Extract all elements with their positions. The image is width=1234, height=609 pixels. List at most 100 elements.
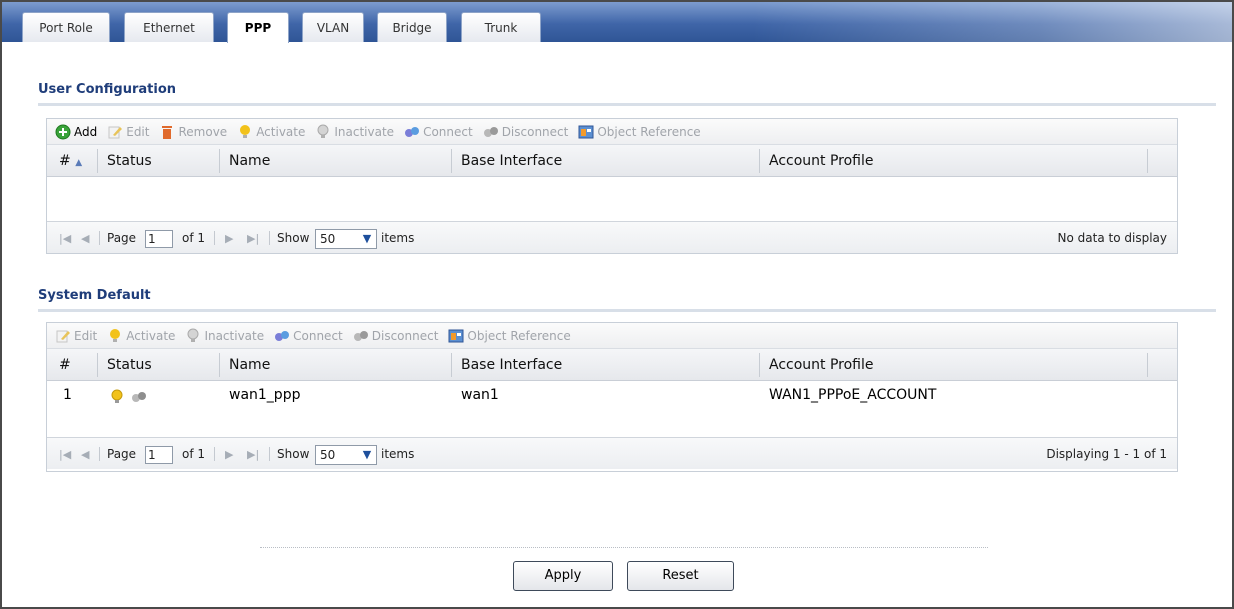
system-default-table-header: # Status Name Base Interface Account Pro… [47, 349, 1177, 381]
edit-button[interactable]: Edit [55, 328, 97, 344]
system-default-panel: Edit Activate Inactivate Connect Disconn… [46, 322, 1178, 472]
col-num-label: # [59, 153, 71, 169]
show-label: Show [277, 231, 310, 245]
user-config-pager: |◀ ◀ Page 1 of 1 ▶ ▶| Show 50 ▼ items No… [47, 221, 1177, 253]
col-num[interactable]: # [59, 349, 71, 381]
activate-button[interactable]: Activate [107, 328, 175, 344]
pager-sep [99, 447, 100, 461]
items-label: items [381, 231, 415, 245]
object-reference-button[interactable]: Object Reference [578, 124, 701, 140]
edit-icon [56, 330, 70, 342]
object-reference-icon [578, 125, 594, 138]
system-default-pager: |◀ ◀ Page 1 of 1 ▶ ▶| Show 50 ▼ items Di… [47, 437, 1177, 469]
next-page-icon[interactable]: ▶ [225, 232, 233, 245]
system-default-toolbar: Edit Activate Inactivate Connect Disconn… [47, 323, 1177, 349]
user-config-panel: Add Edit Remove Activate Inactivate Conn… [46, 118, 1178, 254]
row-num: 1 [63, 387, 72, 403]
pager-status: Displaying 1 - 1 of 1 [1046, 447, 1167, 461]
first-page-icon[interactable]: |◀ [59, 232, 71, 245]
page-label: Page [107, 231, 137, 245]
tab-ppp[interactable]: PPP [227, 12, 289, 43]
connect-label: Connect [423, 124, 473, 139]
bulb-off-icon [187, 328, 199, 342]
next-page-icon[interactable]: ▶ [225, 448, 233, 461]
chevron-down-icon: ▼ [362, 448, 372, 461]
inactivate-button[interactable]: Inactivate [185, 328, 264, 344]
inactivate-label: Inactivate [204, 328, 265, 343]
disconnect-icon [483, 126, 498, 137]
first-page-icon[interactable]: |◀ [59, 448, 71, 461]
prev-page-icon[interactable]: ◀ [81, 448, 89, 461]
apply-button[interactable]: Apply [513, 561, 613, 591]
reset-button[interactable]: Reset [627, 561, 734, 591]
pager-sep [99, 231, 100, 245]
edit-icon [108, 126, 123, 138]
disconnect-button[interactable]: Disconnect [483, 124, 569, 140]
last-page-icon[interactable]: ▶| [247, 232, 259, 245]
tab-port-role[interactable]: Port Role [22, 12, 110, 42]
inactivate-button[interactable]: Inactivate [315, 124, 394, 140]
tab-vlan[interactable]: VLAN [302, 12, 364, 42]
remove-label: Remove [178, 124, 228, 139]
user-config-toolbar: Add Edit Remove Activate Inactivate Conn… [47, 119, 1177, 145]
connect-button[interactable]: Connect [274, 328, 343, 344]
page-size-select[interactable]: 50 ▼ [315, 445, 377, 465]
page-input[interactable]: 1 [145, 230, 173, 248]
tab-bar-fade [752, 2, 1232, 42]
col-sep [451, 353, 452, 377]
disconnect-label: Disconnect [501, 124, 569, 139]
prev-page-icon[interactable]: ◀ [81, 232, 89, 245]
disconnect-label: Disconnect [371, 328, 439, 343]
edit-button[interactable]: Edit [107, 124, 149, 140]
col-sep [759, 353, 760, 377]
table-row[interactable]: 1 wan1_ppp wan1 WAN1_PPPoE_ACCOUNT [47, 381, 1147, 409]
edit-label: Edit [74, 328, 98, 343]
bulb-off-icon [317, 124, 329, 138]
col-base-interface[interactable]: Base Interface [461, 349, 562, 381]
show-label: Show [277, 447, 310, 461]
col-account-profile[interactable]: Account Profile [769, 349, 874, 381]
page-input[interactable]: 1 [145, 446, 173, 464]
add-button[interactable]: Add [55, 124, 97, 140]
page-label: Page [107, 447, 137, 461]
system-default-title: System Default [38, 288, 151, 303]
connect-label: Connect [293, 328, 343, 343]
activate-label: Activate [256, 124, 306, 139]
col-sep [1147, 353, 1148, 377]
col-status[interactable]: Status [107, 145, 152, 177]
remove-button[interactable]: Remove [159, 124, 227, 140]
activate-button[interactable]: Activate [237, 124, 305, 140]
page-size-select[interactable]: 50 ▼ [315, 229, 377, 249]
trash-icon [162, 125, 173, 139]
col-name[interactable]: Name [229, 145, 270, 177]
user-config-table-header: # ▲ Status Name Base Interface Account P… [47, 145, 1177, 177]
tab-bridge[interactable]: Bridge [377, 12, 447, 42]
pager-sep [214, 231, 215, 245]
page-size-value: 50 [320, 448, 336, 462]
col-sep [219, 149, 220, 173]
col-sep [97, 353, 98, 377]
col-account-profile[interactable]: Account Profile [769, 145, 874, 177]
edit-label: Edit [126, 124, 150, 139]
col-num[interactable]: # ▲ [59, 145, 82, 177]
connect-button[interactable]: Connect [404, 124, 473, 140]
tab-ethernet[interactable]: Ethernet [124, 12, 214, 42]
row-name: wan1_ppp [229, 387, 301, 403]
connect-icon [405, 126, 420, 137]
sort-asc-icon: ▲ [75, 158, 83, 168]
col-sep [97, 149, 98, 173]
page-size-value: 50 [320, 232, 336, 246]
add-label: Add [74, 124, 98, 139]
last-page-icon[interactable]: ▶| [247, 448, 259, 461]
col-sep [451, 149, 452, 173]
pager-sep [214, 447, 215, 461]
disconnect-icon [353, 330, 368, 341]
disconnect-button[interactable]: Disconnect [353, 328, 439, 344]
col-status[interactable]: Status [107, 349, 152, 381]
object-reference-button[interactable]: Object Reference [448, 328, 571, 344]
bulb-icon [240, 124, 251, 138]
page-count: of 1 [182, 447, 206, 461]
col-name[interactable]: Name [229, 349, 270, 381]
col-base-interface[interactable]: Base Interface [461, 145, 562, 177]
tab-trunk[interactable]: Trunk [461, 12, 541, 42]
